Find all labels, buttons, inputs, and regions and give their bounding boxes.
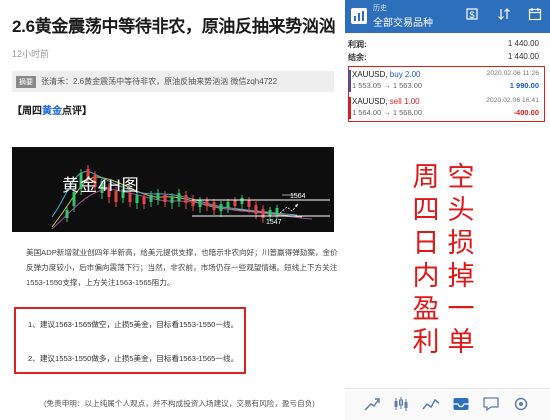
section-suffix: 点评】 <box>62 106 92 117</box>
overlay-char: 盈 <box>412 294 440 325</box>
overlay-char: 周 <box>412 162 440 193</box>
trade-icon[interactable] <box>422 396 440 412</box>
profit-label: 利润: <box>348 40 367 49</box>
overlay-char: 日 <box>412 228 440 259</box>
overlay-char: 损 <box>447 228 475 259</box>
overlay-text-right-column: 空 头 损 掉 一 单 <box>446 161 476 359</box>
chart-label: 黄金4H图 <box>62 176 140 195</box>
article-panel: 2.6黄金震荡中等待非农，原油反抽来势汹汹 12小时前 摘要 张清禾：2.6黄金… <box>0 0 345 420</box>
bottom-nav-bar <box>345 388 550 420</box>
trade-advice-box: 1、建议1563-1565做空，止损5美金，目标看1553-1550一线。 2、… <box>14 307 246 374</box>
section-highlight: 黄金 <box>42 106 62 117</box>
article-time: 12小时前 <box>12 49 50 59</box>
balance-value: 1 440.00 <box>507 52 539 61</box>
support-level-label: 1547 <box>266 219 282 226</box>
gold-4h-chart: 黄金4H图 1564 1547 <box>12 147 334 232</box>
position-prices: 1 564.00 → 1 568.00 <box>352 108 423 117</box>
symbol-filter-title[interactable]: 全部交易品种 <box>373 14 433 29</box>
disclaimer: (免责申明：以上纯属个人观点，并不构成投资入场建议，交易有风险，盈亏自负) <box>44 399 315 408</box>
chart-graphic <box>51 165 330 230</box>
article-summary: 摘要 张清禾：2.6黄金震荡中等待非农，原油反抽来势汹汹 微信zqh4722 <box>12 71 334 92</box>
calendar-icon[interactable] <box>526 7 544 25</box>
overlay-char: 一 <box>447 294 475 325</box>
side-text: buy 2.00 <box>389 70 421 79</box>
overlay-char: 内 <box>412 261 440 292</box>
advice-short: 1、建议1563-1565做空，止损5美金，目标看1553-1550一线。 <box>28 320 239 329</box>
summary-text: 张清禾：2.6黄金震荡中等待非农，原油反抽来势汹汹 微信zqh4722 <box>41 77 278 86</box>
app-header: 历史 全部交易品种 $ <box>345 0 550 33</box>
overlay-char: 头 <box>447 195 475 226</box>
position-symbol: XAUUSD, sell 1.00 <box>352 97 420 106</box>
section-prefix: 【周四 <box>12 106 42 117</box>
balance-label: 结余: <box>348 53 367 62</box>
position-symbol: XAUUSD, buy 2.00 <box>352 70 421 79</box>
sell-marker <box>349 97 351 119</box>
summary-badge: 摘要 <box>16 75 36 88</box>
mt4-app-icon[interactable] <box>351 8 367 24</box>
settings-icon[interactable] <box>512 396 530 412</box>
symbol-text: XAUUSD, <box>352 70 388 79</box>
overlay-char: 掉 <box>447 261 475 292</box>
position-profit: -400.00 <box>513 108 539 117</box>
position-row-sell[interactable]: XAUUSD, sell 1.00 1 564.00 → 1 568.00 20… <box>349 95 543 121</box>
history-label: 历史 <box>373 5 387 12</box>
overlay-char: 四 <box>412 195 440 226</box>
advice-long: 2、建议1553-1550做多，止损5美金，目标看1563-1565一线。 <box>28 354 239 363</box>
position-row-buy[interactable]: XAUUSD, buy 2.00 1 553.05 → 1 563.00 202… <box>349 68 543 94</box>
history-icon[interactable] <box>452 396 470 412</box>
overlay-char: 空 <box>447 162 475 193</box>
overlay-char: 单 <box>447 327 475 358</box>
buy-marker <box>349 70 351 92</box>
profit-value: 1 440.00 <box>507 39 539 48</box>
chart-icon[interactable] <box>392 396 410 412</box>
side-text: sell 1.00 <box>389 97 420 106</box>
positions-highlight-box: XAUUSD, buy 2.00 1 553.05 → 1 563.00 202… <box>348 66 545 122</box>
resistance-level-label: 1564 <box>290 193 306 200</box>
symbol-text: XAUUSD, <box>352 97 388 106</box>
article-title: 2.6黄金震荡中等待非农，原油反抽来势汹汹 <box>12 17 336 36</box>
balance-row: 结余: 1 440.00 <box>348 50 545 65</box>
analysis-paragraph: 美国ADP新增就业创四年半新高，给美元提供支撑，也暗示非农向好；川普赢得弹劾案，… <box>26 248 338 287</box>
quotes-icon[interactable] <box>363 396 381 412</box>
orders-icon[interactable]: $ <box>463 7 481 25</box>
position-date: 2020.02.06 11:26 <box>486 70 539 77</box>
overlay-text-left-column: 周 四 日 内 盈 利 <box>411 161 441 359</box>
sort-icon[interactable] <box>495 7 513 25</box>
svg-text:$: $ <box>469 10 474 20</box>
position-profit: 1 990.00 <box>509 81 539 90</box>
position-date: 2020.02.06 16:41 <box>486 97 539 104</box>
section-heading: 【周四黄金点评】 <box>12 102 92 117</box>
overlay-char: 利 <box>412 327 440 358</box>
messages-icon[interactable] <box>482 396 500 412</box>
position-prices: 1 553.05 → 1 563.00 <box>352 81 423 90</box>
